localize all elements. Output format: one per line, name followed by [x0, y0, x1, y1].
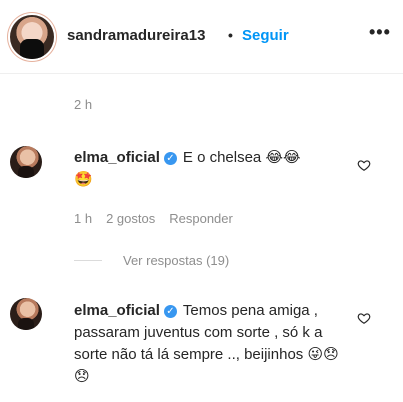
- replies-divider: [74, 260, 102, 261]
- verified-badge-icon: ✓: [163, 305, 177, 318]
- comment-actions: 1 h 2 gostos Responder: [74, 211, 247, 226]
- avatar[interactable]: [10, 15, 54, 59]
- post-header: sandramadureira13 • Seguir •••: [0, 0, 403, 74]
- comment-text-line2: 🤩: [74, 171, 93, 188]
- comment-time: 1 h: [74, 211, 93, 226]
- comment-text: E o chelsea 😂😂: [182, 149, 301, 166]
- comment-body: elma_oficial ✓ E o chelsea 😂😂 🤩: [74, 147, 344, 191]
- reply-button[interactable]: Responder: [169, 211, 233, 226]
- like-heart-icon[interactable]: [357, 311, 371, 325]
- comment-username[interactable]: elma_oficial: [74, 149, 160, 166]
- header-username[interactable]: sandramadureira13: [67, 27, 205, 44]
- comment-avatar[interactable]: [10, 298, 42, 330]
- follow-button[interactable]: Seguir: [242, 27, 289, 44]
- comment-avatar[interactable]: [10, 146, 42, 178]
- separator-dot: •: [228, 27, 233, 43]
- like-heart-icon[interactable]: [357, 158, 371, 172]
- post-timestamp: 2 h: [74, 97, 93, 112]
- comment-username[interactable]: elma_oficial: [74, 302, 160, 319]
- avatar-figure: [20, 39, 44, 59]
- comment-body: elma_oficial ✓ Temos pena amiga , passaram…: [74, 300, 352, 388]
- verified-badge-icon: ✓: [163, 152, 177, 165]
- more-options-icon[interactable]: •••: [369, 22, 391, 43]
- likes-count[interactable]: 2 gostos: [106, 211, 155, 226]
- avatar-figure: [18, 318, 34, 330]
- view-replies-button[interactable]: Ver respostas (19): [123, 253, 229, 268]
- avatar-figure: [18, 166, 34, 178]
